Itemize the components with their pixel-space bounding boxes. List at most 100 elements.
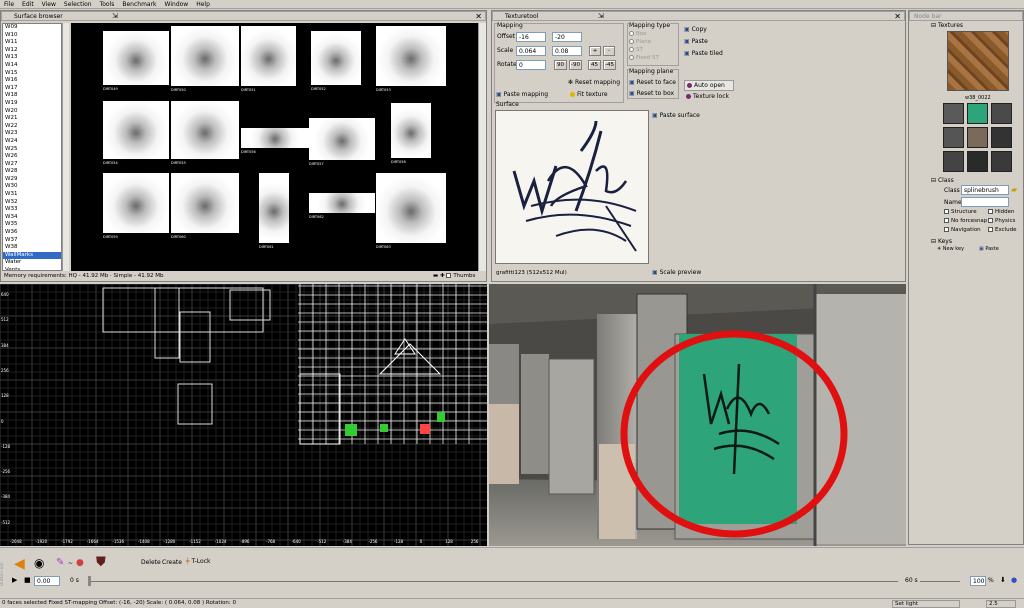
folder-item[interactable]: W25 (3, 146, 61, 154)
folder-item[interactable]: W35 (3, 221, 61, 229)
texture-thumbnail[interactable] (309, 193, 375, 213)
menu-file[interactable]: File (0, 0, 18, 9)
folder-item[interactable]: W18 (3, 92, 61, 100)
texture-thumbnail[interactable] (376, 173, 446, 243)
folder-item[interactable]: W34 (3, 214, 61, 222)
menu-benchmark[interactable]: Benchmark (118, 0, 160, 9)
texture-thumbnail[interactable] (309, 118, 375, 160)
mapping-type-option[interactable]: Fixed ST (629, 54, 677, 62)
folder-item[interactable]: W36 (3, 229, 61, 237)
paste-surface-button[interactable]: ▣ Paste surface (652, 112, 700, 119)
scale-x-field[interactable]: 0.064 (516, 46, 546, 56)
folder-item[interactable]: WallMarks (3, 251, 61, 260)
texture-thumbnail[interactable] (311, 31, 361, 85)
zoom-field[interactable]: 100 (970, 576, 986, 586)
collapse-icon[interactable]: ⊟ (931, 177, 938, 184)
paste-button[interactable]: ▣ Paste (684, 38, 708, 45)
texture-slot[interactable] (991, 127, 1012, 148)
texture-slot[interactable] (943, 103, 964, 124)
tlock-button[interactable]: ┿ T-Lock (186, 558, 211, 565)
texture-slot[interactable] (943, 127, 964, 148)
delete-button[interactable]: Delete (141, 559, 161, 566)
scale-down-button[interactable]: - (603, 46, 615, 56)
menu-tools[interactable]: Tools (96, 0, 119, 9)
create-button[interactable]: Create (162, 559, 182, 566)
class-section[interactable]: ⊟ Class (931, 177, 954, 184)
folder-item[interactable]: W16 (3, 77, 61, 85)
close-icon[interactable]: ✕ (894, 12, 901, 21)
flag-checkbox[interactable]: Structure (944, 209, 977, 215)
rotate-minus-90-button[interactable]: -90 (569, 60, 582, 70)
offset-x-field[interactable]: -16 (516, 32, 546, 42)
zoom-slider[interactable] (920, 581, 960, 582)
rotate-field[interactable]: 0 (516, 60, 546, 70)
pin-icon[interactable]: ⇲ (598, 12, 604, 21)
paste-key-button[interactable]: ▣ Paste (979, 246, 999, 252)
folder-item[interactable]: W31 (3, 191, 61, 199)
folder-icon[interactable]: ▰ (1011, 185, 1017, 194)
texture-slot[interactable] (967, 127, 988, 148)
surface-preview[interactable] (495, 110, 649, 264)
play-button[interactable]: ▶ (12, 576, 17, 584)
shield-icon[interactable]: ⛊ (96, 555, 106, 570)
texture-thumbnail[interactable] (103, 173, 169, 233)
folder-item[interactable]: W13 (3, 54, 61, 62)
menu-window[interactable]: Window (161, 0, 193, 9)
texture-thumbnail[interactable] (376, 26, 446, 86)
texture-grid[interactable]: DIRT049 DIRT050 DIRT051 DIRT052 DIRT053 DIRT0… (71, 23, 478, 271)
texture-thumbnail[interactable] (259, 173, 289, 243)
folder-list-scrollbar[interactable] (62, 23, 69, 271)
scale-up-button[interactable]: + (589, 46, 601, 56)
stop-button[interactable]: ■ (24, 576, 31, 584)
menu-view[interactable]: View (38, 0, 60, 9)
flag-checkbox[interactable]: Navigation (944, 227, 981, 233)
folder-item[interactable]: W11 (3, 39, 61, 47)
texture-thumbnail[interactable] (171, 26, 239, 86)
texture-thumbnail[interactable] (103, 31, 169, 85)
folder-item[interactable]: W23 (3, 130, 61, 138)
texture-thumbnail[interactable] (103, 101, 169, 159)
time-field[interactable]: 0.00 (34, 576, 60, 586)
rotate-minus-45-button[interactable]: -45 (603, 60, 616, 70)
copy-button[interactable]: ▣ Copy (684, 26, 707, 33)
flag-checkbox[interactable]: Exclude (988, 227, 1017, 233)
globe-icon[interactable]: ● (1011, 576, 1017, 584)
reset-to-face-button[interactable]: ▣ Reset to face (629, 79, 676, 86)
zoom-minus-icon[interactable]: ▬ (433, 273, 440, 279)
scale-y-field[interactable]: 0.08 (552, 46, 582, 56)
folder-item[interactable]: W24 (3, 138, 61, 146)
keys-section[interactable]: ⊟ Keys (931, 238, 952, 245)
flag-checkbox[interactable]: Hidden (988, 209, 1015, 215)
mapping-type-option[interactable]: Plane (629, 38, 677, 46)
camera-icon[interactable]: ◉ (34, 556, 44, 570)
menu-help[interactable]: Help (192, 0, 214, 9)
paste-mapping-button[interactable]: ▣ Paste mapping (496, 91, 548, 98)
texture-thumbnail[interactable] (241, 128, 309, 148)
rotate-90-button[interactable]: 90 (554, 60, 567, 70)
folder-item[interactable]: Vents (3, 267, 61, 270)
folder-item[interactable]: W33 (3, 206, 61, 214)
scale-preview-button[interactable]: ▣ Scale preview (652, 269, 701, 276)
folder-item[interactable]: W19 (3, 100, 61, 108)
texture-slot[interactable] (967, 103, 988, 124)
download-icon[interactable]: ⬇ (1000, 576, 1006, 584)
folder-item[interactable]: W22 (3, 123, 61, 131)
mapping-type-option[interactable]: ST (629, 46, 677, 54)
folder-item[interactable]: W21 (3, 115, 61, 123)
texture-lock-toggle[interactable]: Texture lock (686, 93, 729, 100)
rotate-45-button[interactable]: 45 (588, 60, 601, 70)
folder-item[interactable]: W15 (3, 70, 61, 78)
folder-item[interactable]: W17 (3, 85, 61, 93)
folder-item[interactable]: W28 (3, 168, 61, 176)
offset-y-field[interactable]: -20 (552, 32, 582, 42)
folder-item[interactable]: W14 (3, 62, 61, 70)
flag-checkbox[interactable]: No forcesnap (944, 218, 987, 224)
mapping-type-option[interactable]: Box (629, 30, 677, 38)
folder-item[interactable]: W37 (3, 237, 61, 245)
new-key-button[interactable]: ✳ New key (937, 246, 964, 252)
paste-tiled-button[interactable]: ▣ Paste tiled (684, 50, 723, 57)
set-light-field[interactable]: Set light (892, 600, 960, 608)
thumbs-checkbox[interactable] (446, 273, 452, 278)
texture-slot[interactable] (967, 151, 988, 172)
texture-slot[interactable] (943, 151, 964, 172)
